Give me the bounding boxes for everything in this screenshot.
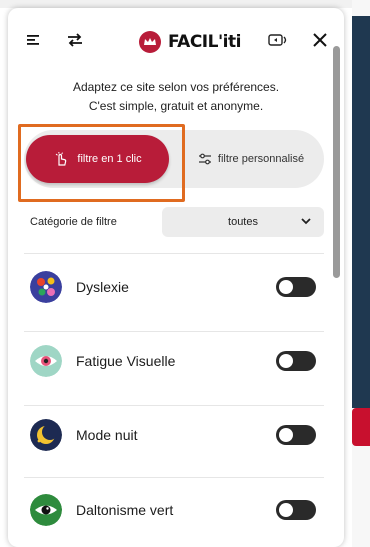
filter-toggle[interactable] (276, 277, 316, 297)
filter-row-dyslexie[interactable]: Dyslexie (24, 259, 324, 315)
divider (24, 405, 324, 406)
filter-toggle[interactable] (276, 351, 316, 371)
page-accessibility-badge[interactable] (352, 408, 370, 446)
dyslexia-icon (30, 271, 62, 303)
faciliti-panel: FACIL'iti Adaptez ce site selon vos préf… (8, 8, 344, 547)
chevron-down-icon (301, 218, 311, 225)
voice-icon (268, 34, 287, 46)
panel-header: FACIL'iti (8, 8, 344, 74)
filter-label: Daltonisme vert (76, 502, 174, 518)
hand-pointer-icon (56, 151, 67, 166)
swap-icon (68, 33, 82, 47)
filter-label: Mode nuit (76, 427, 138, 443)
green-eye-icon (30, 494, 62, 526)
custom-filter-label: filtre personnalisé (217, 153, 305, 165)
tagline-line-1: Adaptez ce site selon vos préférences. (72, 80, 280, 94)
voice-button[interactable] (266, 30, 292, 50)
close-icon (313, 33, 327, 47)
filter-row-mode-nuit[interactable]: Mode nuit (24, 407, 324, 463)
quick-filter-button[interactable]: filtre en 1 clic (26, 135, 169, 183)
toggle-knob (279, 354, 293, 368)
page-header-strip (352, 16, 370, 408)
swap-button[interactable] (64, 30, 86, 50)
filter-toggle[interactable] (276, 500, 316, 520)
faciliti-logo: FACIL'iti (138, 29, 241, 55)
close-button[interactable] (308, 28, 332, 52)
category-selected-value: toutes (228, 216, 258, 228)
divider (24, 253, 324, 254)
brand-name: FACIL'iti (168, 32, 241, 52)
tagline: Adaptez ce site selon vos préférences. C… (8, 78, 344, 116)
divider (24, 331, 324, 332)
filter-label: Fatigue Visuelle (76, 353, 176, 369)
quick-filter-label: filtre en 1 clic (77, 153, 142, 165)
filter-row-fatigue-visuelle[interactable]: Fatigue Visuelle (24, 333, 324, 389)
toggle-knob (279, 428, 293, 442)
logo-icon (139, 31, 161, 53)
category-select[interactable]: toutes (162, 207, 324, 237)
sliders-icon (198, 153, 211, 165)
filter-row-daltonisme-vert[interactable]: Daltonisme vert (24, 482, 324, 538)
moon-icon (30, 419, 62, 451)
panel-scrollbar[interactable] (333, 46, 340, 278)
menu-icon (27, 35, 39, 45)
divider (24, 477, 324, 478)
eye-icon (30, 345, 62, 377)
custom-filter-button[interactable]: filtre personnalisé (178, 135, 324, 183)
menu-button[interactable] (24, 30, 44, 50)
page-top-strip (0, 0, 370, 8)
toggle-knob (279, 280, 293, 294)
filter-toggle[interactable] (276, 425, 316, 445)
filter-label: Dyslexie (76, 279, 129, 295)
category-label: Catégorie de filtre (30, 216, 117, 228)
tagline-line-2: C'est simple, gratuit et anonyme. (88, 99, 264, 113)
toggle-knob (279, 503, 293, 517)
